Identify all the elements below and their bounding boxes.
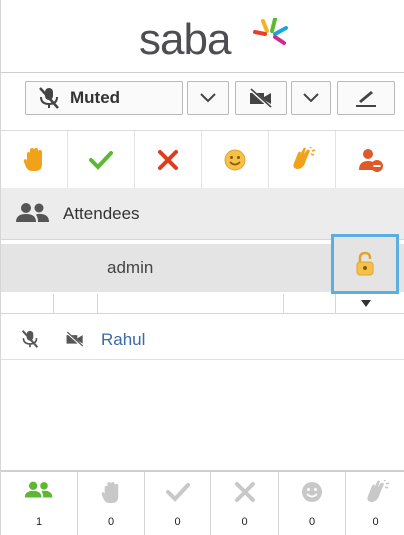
agree-count: 0: [174, 516, 181, 528]
attendees-icon: [16, 203, 49, 222]
lock-button[interactable]: [331, 234, 399, 294]
attendee-name[interactable]: Rahul: [101, 330, 145, 350]
camera-off-icon: [248, 88, 272, 108]
applause-count: 0: [372, 516, 379, 528]
camera-off-icon: [65, 331, 84, 347]
attendee-column-headers: [1, 294, 404, 314]
brand-header: saba: [1, 0, 404, 70]
attendee-row[interactable]: Rahul: [1, 318, 404, 360]
column-divider: [335, 294, 336, 314]
feedback-toolbar: [1, 130, 404, 190]
user-away-icon: [358, 149, 383, 172]
smile-count: 0: [308, 516, 316, 528]
smiley-icon: [302, 482, 322, 502]
disagree-count-cell: 0: [211, 472, 279, 535]
raise-hand-icon: [23, 148, 42, 171]
column-divider: [97, 294, 98, 314]
smile-count-cell: 0: [279, 472, 346, 535]
column-divider: [283, 294, 284, 314]
raise-hand-button[interactable]: [1, 131, 68, 189]
chevron-down-icon: [200, 93, 216, 103]
column-divider: [53, 294, 54, 314]
checkmark-icon: [165, 483, 190, 502]
annotation-pen-button[interactable]: [337, 81, 395, 115]
step-away-button[interactable]: [336, 131, 404, 189]
saba-logo: saba: [139, 15, 231, 64]
raise-hand-count-cell: 0: [78, 472, 145, 535]
feedback-summary-footer: 1 0 0 0 0 0: [1, 470, 404, 535]
lock-icon: [356, 251, 374, 276]
clapping-hands-icon: [293, 147, 316, 169]
camera-toggle-button[interactable]: [235, 81, 287, 115]
attendee-count-cell: 1: [1, 472, 78, 535]
saba-meeting-panel: saba Muted Attendees admin Rahul 1 0 0 0…: [0, 0, 404, 535]
disagree-count: 0: [241, 516, 248, 528]
attendees-title: Attendees: [63, 204, 140, 223]
clapping-hands-icon: [366, 480, 389, 502]
pen-icon: [356, 91, 376, 107]
chevron-down-icon: [303, 93, 319, 103]
raise-hand-icon: [101, 482, 119, 503]
mic-off-icon: [21, 330, 39, 348]
raise-hand-count: 0: [107, 516, 115, 528]
smile-button[interactable]: [202, 131, 269, 189]
saba-logo-star-icon: [253, 18, 288, 45]
smiley-icon: [224, 149, 246, 171]
attendee-count: 1: [35, 516, 43, 528]
applause-count-cell: 0: [346, 472, 404, 535]
agree-button[interactable]: [68, 131, 135, 189]
mic-off-icon: [39, 87, 59, 109]
x-icon: [158, 150, 178, 170]
mic-options-dropdown[interactable]: [187, 81, 229, 115]
agree-count-cell: 0: [145, 472, 211, 535]
disagree-button[interactable]: [135, 131, 202, 189]
mute-status-label: Muted: [70, 88, 121, 107]
sort-descending-icon[interactable]: [361, 300, 371, 307]
host-name: admin: [107, 258, 154, 277]
applause-button[interactable]: [269, 131, 336, 189]
x-icon: [234, 482, 255, 502]
attendees-header[interactable]: Attendees: [1, 188, 404, 240]
av-controls-bar: Muted: [1, 72, 404, 125]
mute-toggle-button[interactable]: Muted: [25, 81, 183, 115]
camera-options-dropdown[interactable]: [291, 81, 331, 115]
attendees-icon: [24, 481, 53, 498]
checkmark-icon: [89, 151, 113, 170]
